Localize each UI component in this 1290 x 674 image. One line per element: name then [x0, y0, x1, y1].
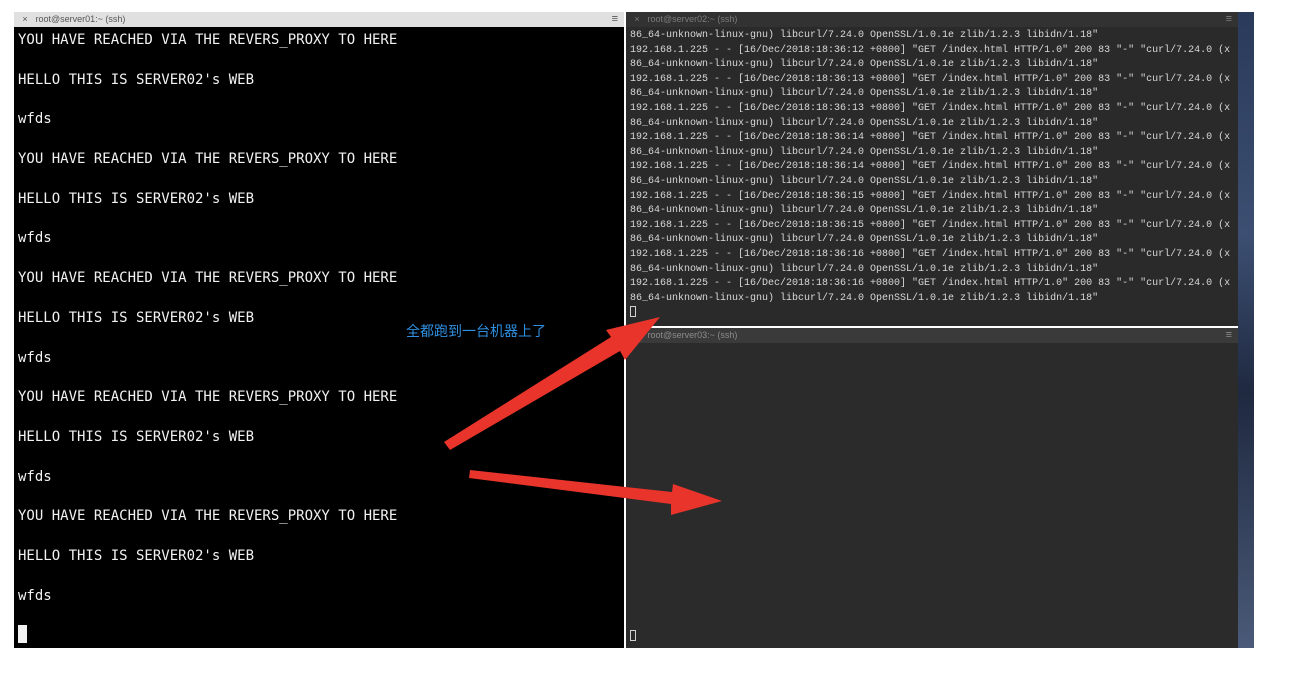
terminal-cursor: [18, 625, 27, 643]
log-line: 86_64-unknown-linux-gnu) libcurl/7.24.0 …: [630, 205, 1099, 217]
terminal-line: wfds: [18, 111, 52, 128]
terminal-line: YOU HAVE REACHED VIA THE REVERS_PROXY TO…: [18, 270, 398, 287]
menu-icon[interactable]: ≡: [612, 12, 618, 27]
log-line: 192.168.1.225 - - [16/Dec/2018:18:36:16 …: [630, 248, 1231, 260]
log-line: 86_64-unknown-linux-gnu) libcurl/7.24.0 …: [630, 263, 1099, 275]
pane-titlebar-server01: × root@server01:~ (ssh) ≡: [14, 12, 624, 27]
terminal-line: wfds: [18, 230, 52, 247]
desktop-wallpaper-strip: [1238, 12, 1254, 648]
pane-title: root@server03:~ (ssh): [647, 330, 738, 340]
log-line: 86_64-unknown-linux-gnu) libcurl/7.24.0 …: [630, 234, 1099, 246]
pane-titlebar-server02: × root@server02:~ (ssh) ≡: [626, 12, 1238, 27]
log-line: 86_64-unknown-linux-gnu) libcurl/7.24.0 …: [630, 88, 1099, 100]
log-line: 86_64-unknown-linux-gnu) libcurl/7.24.0 …: [630, 146, 1099, 158]
log-line: 192.168.1.225 - - [16/Dec/2018:18:36:15 …: [630, 190, 1231, 202]
annotation-label: 全都跑到一台机器上了: [406, 323, 546, 339]
log-line: 192.168.1.225 - - [16/Dec/2018:18:36:15 …: [630, 219, 1231, 231]
access-log-output: 86_64-unknown-linux-gnu) libcurl/7.24.0 …: [630, 29, 1238, 321]
log-line: 192.168.1.225 - - [16/Dec/2018:18:36:13 …: [630, 102, 1231, 114]
close-icon[interactable]: ×: [629, 12, 645, 27]
pane-title: root@server02:~ (ssh): [647, 14, 738, 24]
terminal-line: HELLO THIS IS SERVER02's WEB: [18, 190, 255, 207]
close-icon[interactable]: ×: [629, 328, 645, 343]
terminal-line: YOU HAVE REACHED VIA THE REVERS_PROXY TO…: [18, 32, 398, 48]
log-line: 192.168.1.225 - - [16/Dec/2018:18:36:16 …: [630, 278, 1231, 290]
log-line: 192.168.1.225 - - [16/Dec/2018:18:36:12 …: [630, 44, 1231, 56]
log-line: 86_64-unknown-linux-gnu) libcurl/7.24.0 …: [630, 292, 1099, 304]
terminal-line: HELLO THIS IS SERVER02's WEB: [18, 71, 255, 88]
log-line: 192.168.1.225 - - [16/Dec/2018:18:36:14 …: [630, 132, 1231, 144]
log-line: 192.168.1.225 - - [16/Dec/2018:18:36:14 …: [630, 161, 1231, 173]
log-line: 192.168.1.225 - - [16/Dec/2018:18:36:13 …: [630, 73, 1231, 85]
terminal-line: YOU HAVE REACHED VIA THE REVERS_PROXY TO…: [18, 389, 398, 406]
log-line: 86_64-unknown-linux-gnu) libcurl/7.24.0 …: [630, 175, 1099, 187]
terminal-pane-server03[interactable]: × root@server03:~ (ssh) ≡: [626, 328, 1238, 648]
terminal-cursor: [630, 306, 1238, 321]
pane-titlebar-server03: × root@server03:~ (ssh) ≡: [626, 328, 1238, 343]
terminal-pane-server02[interactable]: × root@server02:~ (ssh) ≡ 86_64-unknown-…: [626, 12, 1238, 326]
log-line: 86_64-unknown-linux-gnu) libcurl/7.24.0 …: [630, 117, 1099, 129]
terminal-line: wfds: [18, 587, 52, 604]
log-line: 86_64-unknown-linux-gnu) libcurl/7.24.0 …: [630, 59, 1099, 71]
terminal-line: wfds: [18, 468, 52, 485]
pane-title: root@server01:~ (ssh): [35, 14, 126, 24]
terminal-line: HELLO THIS IS SERVER02's WEB: [18, 547, 255, 564]
terminal-line: YOU HAVE REACHED VIA THE REVERS_PROXY TO…: [18, 151, 398, 168]
log-line: 86_64-unknown-linux-gnu) libcurl/7.24.0 …: [630, 30, 1099, 41]
menu-icon[interactable]: ≡: [1226, 12, 1232, 27]
terminal-cursor: [630, 630, 636, 642]
terminal-line: wfds: [18, 349, 52, 366]
menu-icon[interactable]: ≡: [1226, 328, 1232, 343]
terminal-line: YOU HAVE REACHED VIA THE REVERS_PROXY TO…: [18, 508, 398, 525]
close-icon[interactable]: ×: [17, 12, 33, 27]
terminal-line: HELLO THIS IS SERVER02's WEB: [18, 428, 255, 445]
